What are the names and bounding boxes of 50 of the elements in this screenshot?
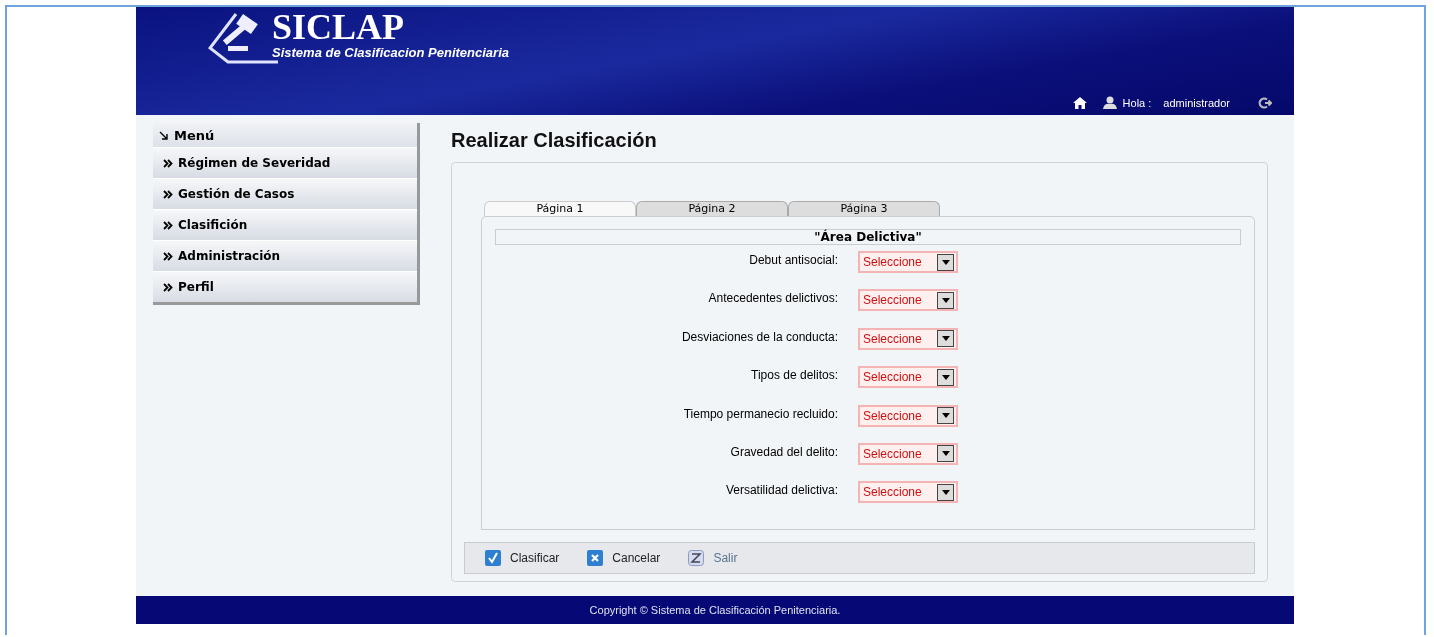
menu-item[interactable]: Régimen de Severidad — [153, 147, 417, 178]
select-field[interactable]: Seleccione — [858, 366, 958, 389]
field-label: Versatilidad delictiva: — [724, 482, 838, 498]
dropdown-arrow-icon — [941, 374, 950, 380]
cancel-icon — [587, 550, 604, 566]
user-icon — [1102, 96, 1117, 109]
double-chevron-icon — [163, 282, 173, 292]
field-label: Tipos de delitos: — [750, 367, 838, 383]
section-header: "Área Delictiva" — [495, 229, 1241, 245]
logo-subtitle: Sistema de Clasificacion Penitenciaria — [272, 45, 509, 60]
logo-title: SICLAP — [272, 9, 406, 45]
tab[interactable]: Página 3 — [788, 201, 940, 216]
select-field[interactable]: Seleccione — [858, 251, 958, 273]
menu-item[interactable]: Gestión de Casos — [153, 178, 417, 209]
field-label: Desviaciones de la conducta: — [680, 328, 838, 344]
home-icon[interactable] — [1072, 96, 1087, 109]
footer-text: Copyright © Sistema de Clasificación Penitenciaria. — [136, 596, 1294, 624]
menu-item[interactable]: Clasifición — [153, 209, 417, 240]
menu-item[interactable]: Perfil — [153, 271, 417, 302]
select-field[interactable]: Seleccione — [858, 289, 958, 312]
menu-item[interactable]: Administración — [153, 240, 417, 271]
check-icon — [485, 550, 501, 566]
dropdown-arrow-icon — [941, 413, 950, 419]
dropdown-arrow-icon — [941, 259, 950, 265]
menu-title: Menú — [174, 127, 215, 143]
field-label: Gravedad del delito: — [729, 443, 838, 459]
field-label: Antecedentes delictivos: — [707, 290, 838, 306]
tab[interactable]: Página 1 — [484, 201, 636, 216]
select-field[interactable]: Seleccione — [858, 404, 958, 427]
dropdown-arrow-icon — [941, 297, 950, 303]
select-field[interactable]: Seleccione — [858, 442, 958, 465]
select-field[interactable]: Seleccione — [858, 327, 958, 350]
double-chevron-icon — [163, 189, 173, 199]
action-button[interactable]: Cancelar — [587, 550, 661, 566]
page-title: Realizar Clasificación — [451, 129, 658, 152]
double-chevron-icon — [163, 251, 173, 261]
double-chevron-icon — [163, 220, 173, 230]
user-name: administrador — [1163, 96, 1230, 109]
dropdown-arrow-icon — [941, 336, 950, 342]
field-label: Debut antisocial: — [748, 252, 838, 267]
logout-icon[interactable] — [1258, 96, 1272, 109]
collapse-arrow-icon — [159, 130, 168, 140]
action-button[interactable]: Clasificar — [485, 550, 560, 566]
tab[interactable]: Página 2 — [636, 201, 788, 216]
field-label: Tiempo permanecio recluido: — [682, 405, 838, 421]
dropdown-arrow-icon — [941, 451, 950, 457]
double-chevron-icon — [163, 158, 173, 168]
dropdown-arrow-icon — [941, 489, 950, 495]
select-field[interactable]: Seleccione — [858, 481, 958, 504]
greeting-text: Hola : — [1122, 96, 1152, 109]
